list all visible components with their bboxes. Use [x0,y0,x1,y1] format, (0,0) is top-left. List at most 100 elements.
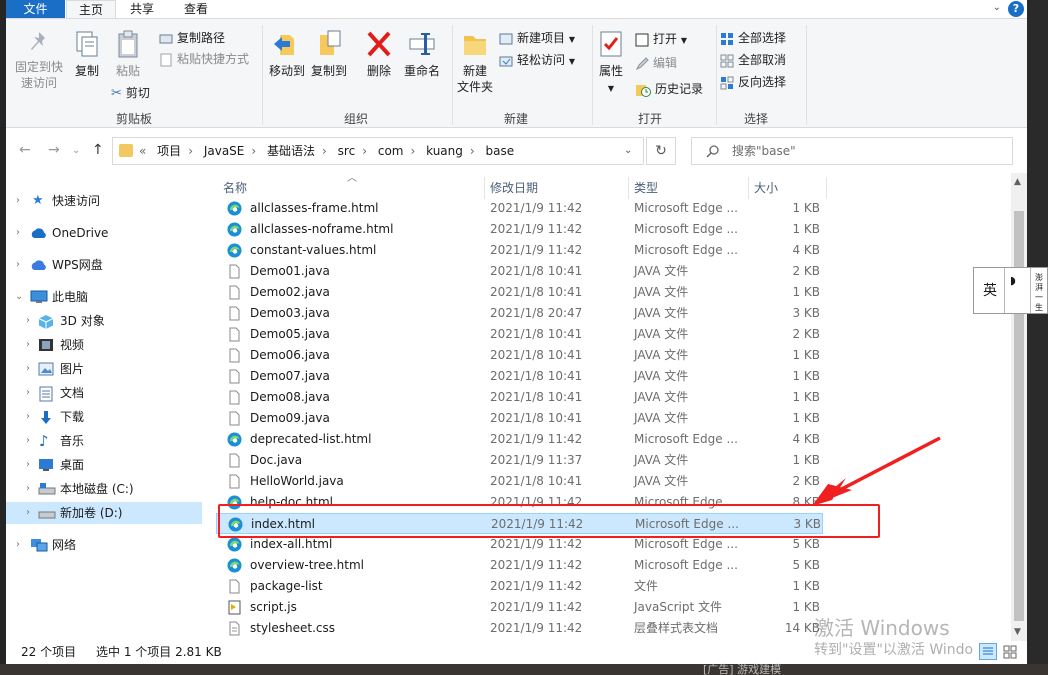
table-row[interactable]: stylesheet.css 2021/1/9 11:42 层叠样式表文档 14 KB [216,618,823,639]
nav-item-quick-access[interactable]: › ★ 快速访问 [6,190,202,212]
open-button[interactable]: 打开 ▼ [635,29,687,49]
scroll-up-icon[interactable]: ▲ [1014,177,1021,187]
table-row[interactable]: Demo06.java 2021/1/8 10:41 JAVA 文件 1 KB [216,345,823,366]
back-arrow-icon[interactable]: ← [19,142,31,158]
chevron-down-icon[interactable]: ⌄ [15,286,23,308]
copy-path-button[interactable]: 复制路径 [159,28,225,48]
rename-button[interactable]: 重命名 [400,29,444,79]
table-row[interactable]: allclasses-noframe.html 2021/1/9 11:42 Mic… [216,219,823,240]
nav-item-documents[interactable]: › 文档 [6,382,202,404]
breadcrumb-overflow[interactable]: « [139,144,146,158]
chevron-right-icon[interactable]: › [16,254,20,276]
nav-item-wps[interactable]: › WPS网盘 [6,254,202,276]
breadcrumb-separator[interactable]: › [362,144,367,158]
column-divider[interactable] [826,177,827,199]
breadcrumb-separator[interactable]: › [410,144,415,158]
new-item-button[interactable]: 新建项目 ▼ [499,28,575,48]
table-row[interactable]: Doc.java 2021/1/9 11:37 JAVA 文件 1 KB [216,450,823,471]
pin-quick-access-button[interactable]: 固定到快 速访问 [10,29,68,91]
ime-toolbar[interactable]: 英 ◗ 澎湃一生 [973,267,1048,314]
chevron-right-icon[interactable]: › [26,478,30,500]
moon-icon[interactable]: ◗ [1010,274,1016,287]
tab-home[interactable]: 主页 [66,0,116,18]
forward-arrow-icon[interactable]: → [48,142,60,158]
tab-share[interactable]: 共享 [120,0,164,18]
table-row[interactable]: Demo09.java 2021/1/8 10:41 JAVA 文件 1 KB [216,408,823,429]
column-header-size[interactable]: 大小 [754,178,778,198]
chevron-down-icon[interactable]: ⌄ [624,145,632,156]
search-input[interactable]: 搜索"base" [691,137,1013,165]
chevron-right-icon[interactable]: › [26,406,30,428]
copy-button[interactable]: 复制 [68,29,106,79]
refresh-icon[interactable]: ↻ [646,137,676,165]
breadcrumb-item[interactable]: com [378,144,404,158]
tab-view[interactable]: 查看 [170,0,222,18]
help-icon[interactable]: ? [1008,1,1024,17]
table-row[interactable]: Demo08.java 2021/1/8 10:41 JAVA 文件 1 KB [216,387,823,408]
breadcrumb-item[interactable]: kuang [426,144,463,158]
select-none-button[interactable]: 全部取消 [720,50,786,70]
breadcrumb-separator[interactable]: › [251,144,256,158]
ime-mode[interactable]: 英 [983,280,997,300]
recent-locations-chevron-icon[interactable]: ⌄ [72,145,80,156]
table-row[interactable]: package-list 2021/1/9 11:42 文件 1 KB [216,576,823,597]
table-row[interactable]: deprecated-list.html 2021/1/9 11:42 Micros… [216,429,823,450]
nav-item-3d-objects[interactable]: › 3D 对象 [6,310,202,332]
nav-item-music[interactable]: › ♪ 音乐 [6,430,202,452]
nav-item-videos[interactable]: › 视频 [6,334,202,356]
chevron-right-icon[interactable]: › [16,222,20,244]
chevron-right-icon[interactable]: › [16,190,20,212]
chevron-down-icon[interactable]: ⌄ [993,2,1001,13]
nav-item-onedrive[interactable]: › OneDrive [6,222,202,244]
table-row[interactable]: Demo03.java 2021/1/8 20:47 JAVA 文件 3 KB [216,303,823,324]
breadcrumb-item[interactable]: 项目 [157,144,181,158]
paste-button[interactable]: 粘贴 [110,29,146,79]
breadcrumb-item[interactable]: JavaSE [204,144,245,158]
easy-access-button[interactable]: 轻松访问 ▼ [499,50,575,70]
table-row[interactable]: script.js 2021/1/9 11:42 JavaScript 文件 1 KB [216,597,823,618]
breadcrumb-item[interactable]: 基础语法 [267,144,315,158]
nav-item-this-pc[interactable]: ⌄ 此电脑 [6,286,202,308]
properties-button[interactable]: 属性 ▼ [594,29,628,97]
chevron-right-icon[interactable]: › [26,454,30,476]
vertical-scrollbar[interactable]: ▲ ▼ [1011,173,1027,641]
column-divider[interactable] [484,177,485,199]
nav-item-downloads[interactable]: › 下载 [6,406,202,428]
address-bar[interactable]: « 项目 › JavaSE › 基础语法 › src › com › kuang › bas… [112,137,644,165]
breadcrumb-item[interactable]: base [486,144,515,158]
chevron-right-icon[interactable]: › [26,334,30,356]
invert-selection-button[interactable]: 反向选择 [720,72,786,92]
chevron-right-icon[interactable]: › [26,382,30,404]
select-all-button[interactable]: 全部选择 [720,28,786,48]
nav-item-pictures[interactable]: › 图片 [6,358,202,380]
table-row[interactable]: HelloWorld.java 2021/1/8 10:41 JAVA 文件 2 KB [216,471,823,492]
table-row[interactable]: allclasses-frame.html 2021/1/9 11:42 Micro… [216,198,823,219]
history-button[interactable]: 历史记录 [635,79,703,99]
nav-item-desktop[interactable]: › 桌面 [6,454,202,476]
column-divider[interactable] [628,177,629,199]
column-header-name[interactable]: 名称 [223,178,247,198]
large-icons-view-icon[interactable] [1001,643,1019,660]
chevron-right-icon[interactable]: › [26,430,30,452]
column-header-type[interactable]: 类型 [634,178,658,198]
nav-item-drive-c[interactable]: › 本地磁盘 (C:) [6,478,202,500]
table-row[interactable]: Demo02.java 2021/1/8 10:41 JAVA 文件 1 KB [216,282,823,303]
nav-item-network[interactable]: › 网络 [6,534,202,556]
chevron-right-icon[interactable]: › [16,534,20,556]
tab-file[interactable]: 文件 [6,0,65,18]
breadcrumb-separator[interactable]: › [188,144,193,158]
up-arrow-icon[interactable]: ↑ [92,142,104,158]
details-view-icon[interactable] [979,643,997,660]
table-row[interactable]: Demo01.java 2021/1/8 10:41 JAVA 文件 2 KB [216,261,823,282]
chevron-right-icon[interactable]: › [26,358,30,380]
column-divider[interactable] [748,177,749,199]
scroll-down-icon[interactable]: ▼ [1014,627,1021,637]
chevron-right-icon[interactable]: › [26,502,30,524]
copy-to-button[interactable]: 复制到 [308,29,350,79]
new-folder-button[interactable]: 新建 文件夹 [454,29,496,95]
cut-button[interactable]: ✂ 剪切 [111,83,150,103]
edit-button[interactable]: 编辑 [635,53,677,73]
chevron-right-icon[interactable]: › [26,310,30,332]
table-row[interactable]: constant-values.html 2021/1/9 11:42 Micros… [216,240,823,261]
breadcrumb-separator[interactable]: › [322,144,327,158]
